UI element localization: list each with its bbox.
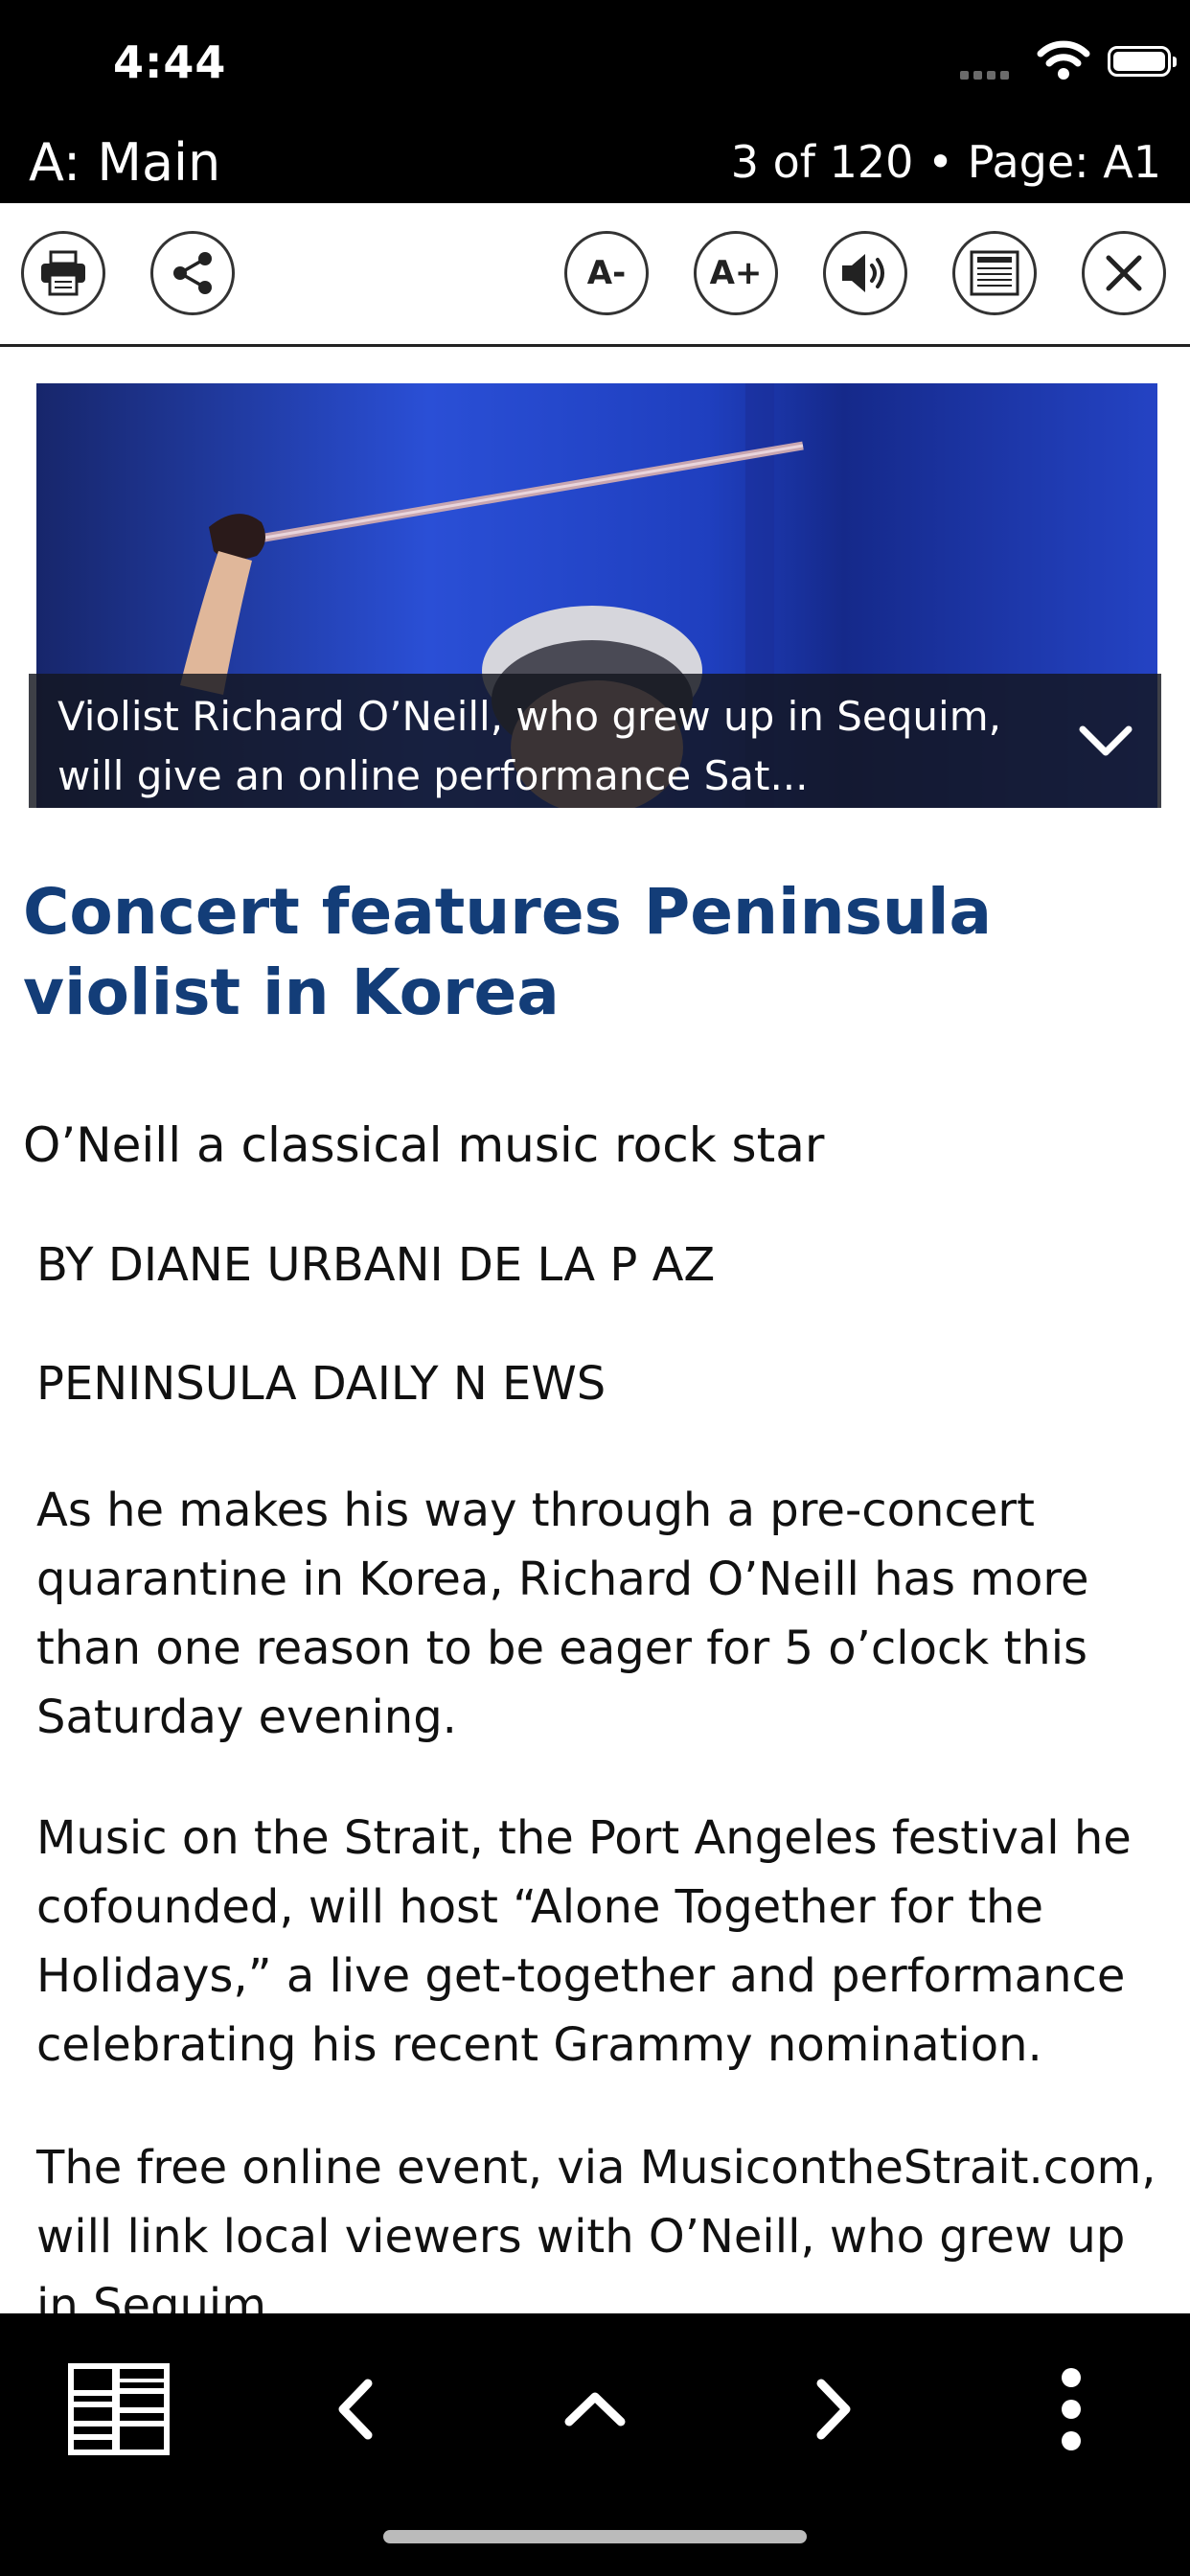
print-button[interactable]	[21, 231, 105, 315]
next-article-button[interactable]	[776, 2352, 891, 2467]
page-view-button[interactable]	[952, 231, 1037, 315]
previous-article-button[interactable]	[298, 2352, 413, 2467]
speaker-icon	[842, 254, 884, 292]
font-decrease-label: A-	[586, 254, 627, 292]
wifi-icon	[1037, 40, 1090, 80]
share-icon	[173, 252, 212, 294]
battery-icon	[1108, 46, 1177, 77]
article-paragraph: As he makes his way through a pre-concer…	[36, 1484, 1089, 1744]
more-vertical-icon	[1062, 2368, 1081, 2450]
signal-icon	[960, 71, 1018, 80]
newspaper-sections-icon	[68, 2363, 170, 2455]
article-organization: PENINSULA DAILY N EWS	[36, 1357, 606, 1411]
section-title[interactable]: A: Main	[29, 132, 220, 193]
more-options-button[interactable]	[1014, 2352, 1129, 2467]
font-decrease-button[interactable]: A-	[564, 231, 649, 315]
photo-caption-bar[interactable]: Violist Richard O’Neill, who grew up in …	[29, 674, 1161, 808]
up-button[interactable]	[538, 2352, 652, 2467]
status-icons	[903, 38, 1190, 86]
chevron-down-icon[interactable]	[1075, 712, 1136, 770]
sections-button[interactable]	[61, 2352, 176, 2467]
close-button[interactable]	[1082, 231, 1166, 315]
home-indicator[interactable]	[383, 2530, 807, 2543]
article-byline: BY DIANE URBANI DE LA P AZ	[36, 1238, 716, 1292]
newspaper-icon	[970, 250, 1019, 296]
close-icon	[1106, 255, 1142, 291]
top-bar: 4:44 A: Main 3 of 120 • Page: A1	[0, 0, 1190, 203]
chevron-right-icon	[816, 2379, 851, 2440]
article-paragraph: The free online event, via MusicontheStr…	[36, 2141, 1156, 2333]
share-button[interactable]	[150, 231, 235, 315]
page-position: 3 of 120 • Page: A1	[730, 136, 1161, 188]
photo-caption: Violist Richard O’Neill, who grew up in …	[57, 693, 1001, 799]
article-headline: Concert features Peninsula violist in Ko…	[23, 875, 993, 1029]
status-time: 4:44	[113, 36, 227, 88]
article-toolbar: A- A+	[0, 203, 1190, 347]
article-paragraph: Music on the Strait, the Port Angeles fe…	[36, 1811, 1132, 2072]
article-subheadline: O’Neill a classical music rock star	[23, 1117, 825, 1173]
font-increase-button[interactable]: A+	[694, 231, 778, 315]
font-increase-label: A+	[709, 254, 763, 292]
chevron-up-icon	[564, 2392, 626, 2426]
chevron-left-icon	[338, 2379, 373, 2440]
audio-button[interactable]	[823, 231, 907, 315]
print-icon	[41, 250, 85, 296]
